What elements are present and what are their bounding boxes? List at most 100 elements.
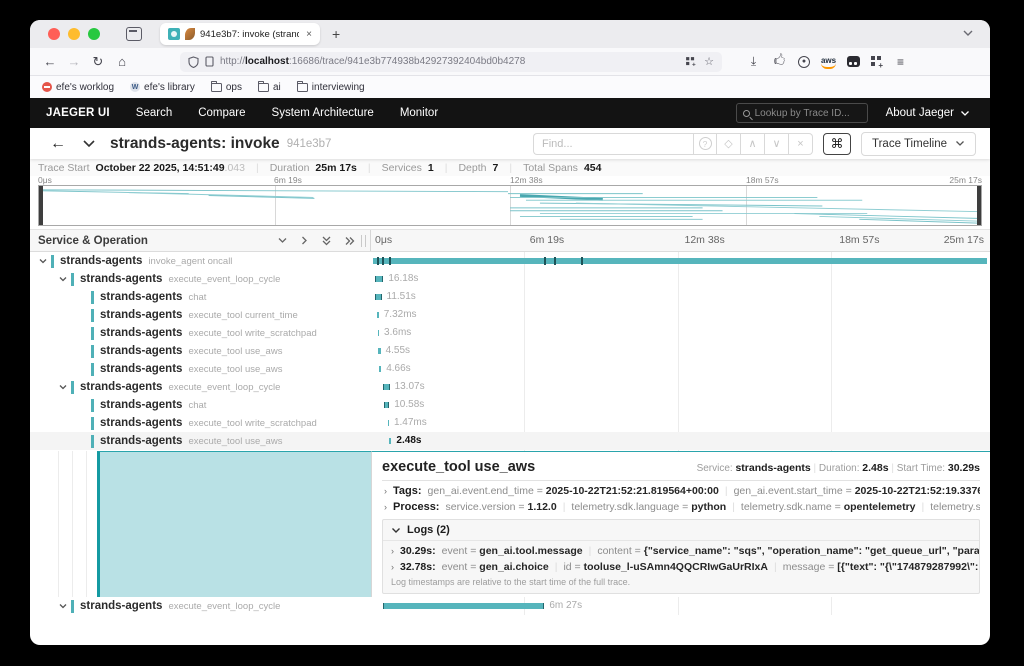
span-timeline-cell[interactable]: 1.47ms [371,414,990,432]
dark-extension-icon[interactable] [847,56,860,67]
column-resizer[interactable] [361,235,366,247]
span-name-cell[interactable]: strands-agentsinvoke_agent oncall [30,252,371,270]
bookmark-item[interactable]: ops [211,82,242,93]
span-timeline-cell[interactable]: 16.18s [371,270,990,288]
span-timeline-cell[interactable]: 7.32ms [371,306,990,324]
home-icon[interactable]: ⌂ [110,54,134,69]
find-help-icon[interactable]: ? [693,133,717,155]
span-name-cell[interactable]: strands-agentsexecute_tool use_aws [30,360,371,378]
span-row[interactable]: strands-agentsexecute_event_loop_cycle13… [30,378,990,396]
span-name-cell[interactable]: strands-agentsexecute_tool use_aws [30,432,371,450]
locate-span-button[interactable]: ◇ [717,133,741,155]
span-timeline-cell[interactable]: 4.66s [371,360,990,378]
window-controls[interactable] [48,28,100,40]
find-prev-button[interactable]: ∧ [741,133,765,155]
browser-tab[interactable]: 941e3b7: invoke (strands-ag × [160,23,320,45]
expand-log-chevron-icon[interactable]: › [391,562,394,572]
expand-chevron-icon[interactable] [58,274,68,284]
menu-icon[interactable]: ≡ [893,54,908,69]
span-row[interactable]: strands-agentsexecute_tool use_aws4.66s [30,360,990,378]
page-info-icon[interactable] [205,56,214,67]
trace-id-search-input[interactable]: Lookup by Trace ID... [736,103,868,123]
span-name-cell[interactable]: strands-agentsexecute_event_loop_cycle [30,378,371,396]
minimap-left-handle[interactable] [39,186,43,225]
privacy-badge-icon[interactable]: ● [798,56,810,68]
span-name-cell[interactable]: strands-agentsexecute_tool write_scratch… [30,324,371,342]
log-entry[interactable]: ›32.78s:event = gen_ai.choice|id = toolu… [383,557,979,573]
forward-icon[interactable]: → [62,54,86,69]
span-row[interactable]: strands-agentschat10.58s [30,396,990,414]
logs-header[interactable]: Logs (2) [383,520,979,541]
url-bar[interactable]: http://localhost:16686/trace/941e3b77493… [180,52,722,72]
span-bar[interactable] [383,384,390,390]
span-name-cell[interactable]: strands-agentschat [30,396,371,414]
minimap-right-handle[interactable] [977,186,981,225]
span-timeline-cell[interactable]: 6m 27s [371,597,990,615]
shortcuts-button[interactable]: ⌘ [823,133,851,155]
expand-tags-chevron-icon[interactable]: › [384,486,387,496]
bookmark-item[interactable]: Wefe's library [130,82,195,93]
span-bar[interactable] [377,312,379,318]
find-clear-button[interactable]: × [789,133,813,155]
span-bar[interactable] [373,258,987,264]
collapse-header-chevron-icon[interactable] [82,139,96,148]
span-bar[interactable] [378,330,379,336]
expand-one-icon[interactable] [300,235,309,246]
downloads-icon[interactable]: ⤓ [746,54,761,69]
span-bar[interactable] [388,420,389,426]
expand-chevron-icon[interactable] [58,601,68,611]
span-timeline-cell[interactable]: 10.58s [371,396,990,414]
span-timeline-cell[interactable]: 3.6ms [371,324,990,342]
account-icon[interactable]: 🖒 [772,54,787,69]
nav-item-search[interactable]: Search [136,107,172,119]
bookmark-star-icon[interactable]: ☆ [704,55,714,68]
reload-icon[interactable]: ↻ [86,54,110,70]
shield-icon[interactable] [188,56,199,68]
log-entry[interactable]: ›30.29s:event = gen_ai.tool.message|cont… [383,541,979,557]
bookmark-item[interactable]: efe's worklog [42,82,114,93]
span-bar[interactable] [384,402,390,408]
about-jaeger-menu[interactable]: About Jaeger [886,107,970,119]
span-timeline-cell[interactable]: 11.51s [371,288,990,306]
span-bar[interactable] [375,276,384,282]
span-timeline-cell[interactable] [371,252,990,270]
new-tab-button[interactable]: + [332,26,340,42]
span-timeline-cell[interactable]: 13.07s [371,378,990,396]
span-name-cell[interactable]: strands-agentsexecute_tool use_aws [30,342,371,360]
view-select[interactable]: Trace Timeline [861,132,976,156]
bookmark-item[interactable]: ai [258,82,281,93]
back-icon[interactable]: ← [38,54,62,69]
expand-process-chevron-icon[interactable]: › [384,502,387,512]
find-input[interactable]: Find... [533,133,693,155]
jaeger-brand[interactable]: JAEGER UI [46,107,110,119]
span-row[interactable]: strands-agentsexecute_event_loop_cycle16… [30,270,990,288]
span-timeline-cell[interactable]: 2.48s [371,432,990,450]
span-name-cell[interactable]: strands-agentsexecute_tool write_scratch… [30,414,371,432]
find-next-button[interactable]: ∨ [765,133,789,155]
close-window-button[interactable] [48,28,60,40]
span-row[interactable]: strands-agentsexecute_tool write_scratch… [30,414,990,432]
tab-list-chevron-icon[interactable] [962,29,974,37]
span-bar[interactable] [379,366,381,372]
expand-log-chevron-icon[interactable]: › [391,546,394,556]
collapse-all-icon[interactable] [321,235,332,247]
span-row[interactable]: strands-agentschat11.51s [30,288,990,306]
span-bar[interactable] [389,438,391,444]
tab-close-icon[interactable]: × [306,29,312,40]
bookmark-item[interactable]: interviewing [297,82,365,93]
span-name-cell[interactable]: strands-agentschat [30,288,371,306]
span-bar[interactable] [375,294,381,300]
zoom-window-button[interactable] [88,28,100,40]
firefox-view-icon[interactable] [126,27,142,41]
span-row[interactable]: strands-agentsinvoke_agent oncall [30,252,990,270]
expand-chevron-icon[interactable] [38,256,48,266]
span-timeline-cell[interactable]: 4.55s [371,342,990,360]
span-name-cell[interactable]: strands-agentsexecute_event_loop_cycle [30,597,371,615]
tags-row[interactable]: › Tags: gen_ai.event.end_time = 2025-10-… [382,481,980,497]
span-row[interactable]: strands-agentsexecute_tool current_time7… [30,306,990,324]
extensions-icon[interactable] [871,56,882,67]
collapse-one-icon[interactable] [277,236,288,245]
span-bar[interactable] [378,348,380,354]
span-row[interactable]: strands-agentsexecute_tool write_scratch… [30,324,990,342]
expand-chevron-icon[interactable] [58,382,68,392]
